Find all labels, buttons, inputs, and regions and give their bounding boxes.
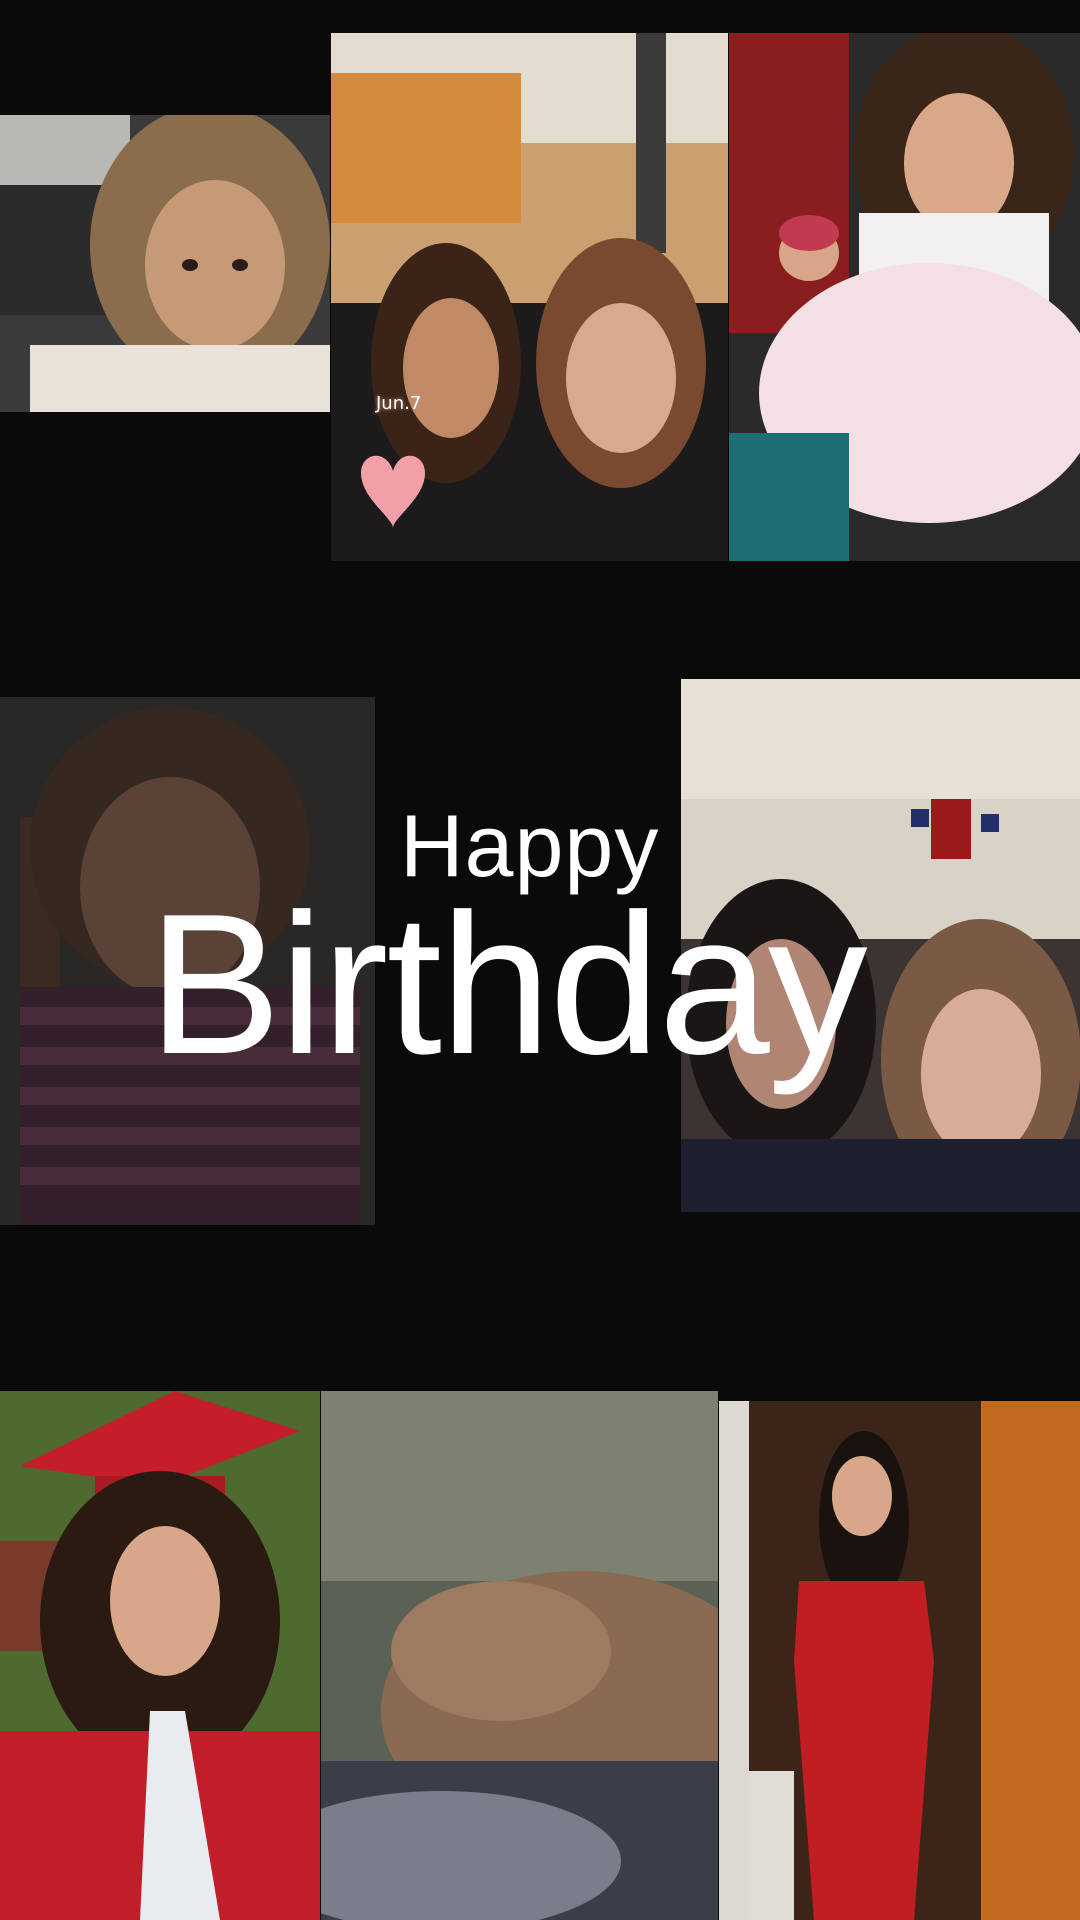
photo-girl-holding-newborn xyxy=(729,33,1080,561)
photo-blurry-closeup xyxy=(321,1391,718,1920)
photo-red-jumpsuit xyxy=(719,1401,1080,1920)
photo-toddler-fur-hood xyxy=(0,115,330,412)
photo-graduate xyxy=(0,1391,320,1920)
greeting-birthday: Birthday xyxy=(148,873,868,1096)
photo-selfie-indoor: Jun.7 xyxy=(331,33,728,561)
date-sticker: Jun.7 xyxy=(376,393,422,414)
